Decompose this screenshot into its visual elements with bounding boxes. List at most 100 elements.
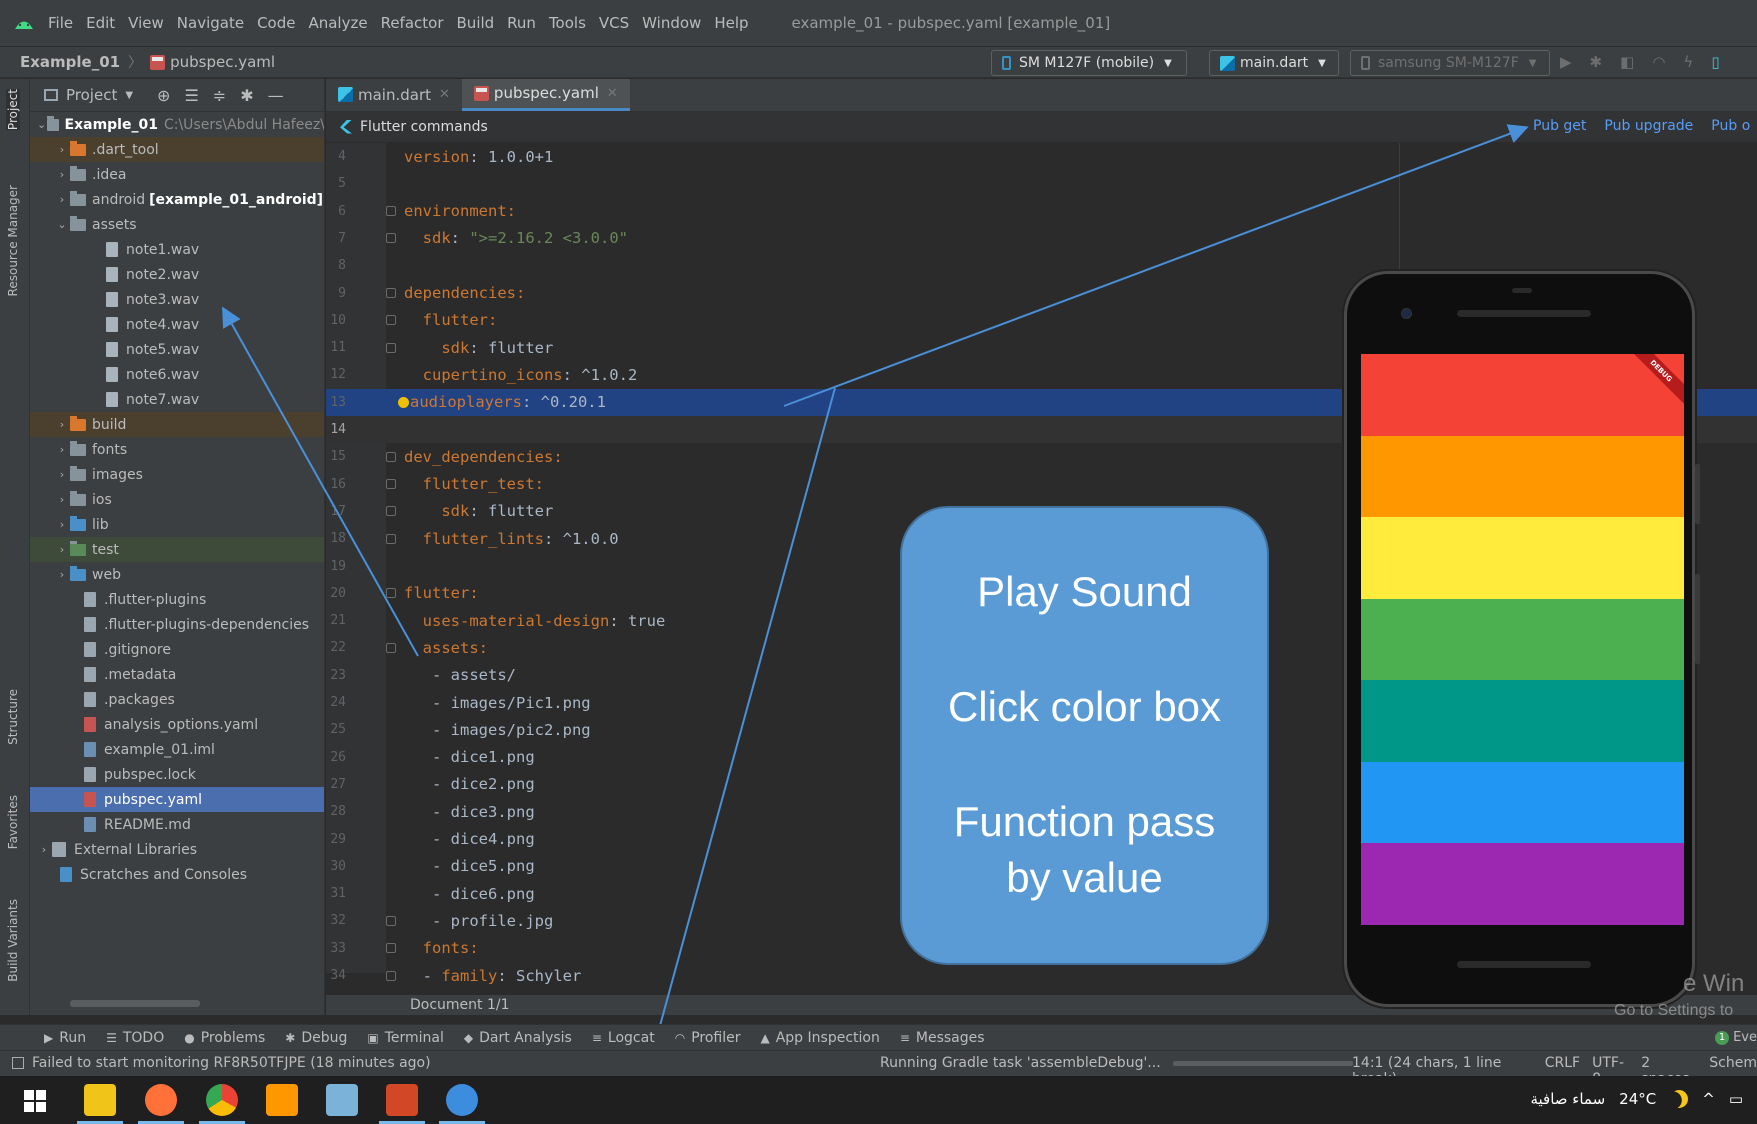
color-box-5[interactable] <box>1361 680 1684 762</box>
weather-temperature[interactable]: 24°C <box>1619 1090 1656 1108</box>
powerpoint-icon[interactable] <box>386 1084 418 1116</box>
tab-pubspec-yaml[interactable]: pubspec.yaml ✕ <box>461 79 630 111</box>
project-view-selector[interactable]: Project <box>66 86 117 104</box>
fold-marker[interactable] <box>386 970 396 981</box>
tree-item-web[interactable]: › web <box>30 562 324 587</box>
chrome-icon[interactable] <box>206 1084 238 1116</box>
menu-analyze[interactable]: Analyze <box>308 14 367 32</box>
tree-item-flutter-plugins-dependencies[interactable]: .flutter-plugins-dependencies <box>30 612 324 637</box>
fold-marker[interactable] <box>386 915 396 926</box>
chevron-right-icon[interactable]: › <box>54 418 70 431</box>
fold-marker[interactable] <box>386 233 396 244</box>
status-toggle-icon[interactable] <box>12 1057 24 1069</box>
chevron-right-icon[interactable]: › <box>54 543 70 556</box>
tree-item-build[interactable]: › build <box>30 412 324 437</box>
menu-window[interactable]: Window <box>642 14 701 32</box>
strip-tab-build-variants[interactable]: Build Variants <box>6 899 20 982</box>
run-config-selector[interactable]: main.dart ▼ <box>1209 50 1339 76</box>
tree-item-packages[interactable]: .packages <box>30 687 324 712</box>
hide-icon[interactable]: — <box>268 86 284 105</box>
event-log-button[interactable]: 1 Eve <box>1715 1030 1757 1045</box>
fold-marker[interactable] <box>386 288 396 298</box>
menu-build[interactable]: Build <box>457 14 495 32</box>
chevron-right-icon[interactable]: › <box>54 468 70 481</box>
fold-marker[interactable] <box>386 533 396 544</box>
color-box-4[interactable] <box>1361 598 1684 681</box>
tool-tab-logcat[interactable]: ≡ Logcat <box>592 1030 655 1046</box>
chevron-down-icon[interactable]: ▼ <box>125 90 133 101</box>
pub-outdated-link[interactable]: Pub o <box>1711 118 1750 134</box>
device-selector[interactable]: SM M127F (mobile) ▼ <box>991 50 1187 76</box>
strip-tab-resource-manager[interactable]: Resource Manager <box>6 185 20 296</box>
tree-item-dart-tool[interactable]: › .dart_tool <box>30 137 324 162</box>
fold-marker[interactable] <box>386 206 396 217</box>
menu-vcs[interactable]: VCS <box>599 14 629 32</box>
color-box-6[interactable] <box>1361 761 1684 844</box>
menu-refactor[interactable]: Refactor <box>381 14 444 32</box>
fold-marker[interactable] <box>386 642 396 653</box>
tree-item-root[interactable]: ⌄ Example_01 C:\Users\Abdul Hafeez\ <box>30 112 324 137</box>
tree-item-note7[interactable]: note7.wav <box>30 387 324 412</box>
tab-main-dart[interactable]: main.dart ✕ <box>326 79 462 111</box>
sublime-icon[interactable] <box>266 1084 298 1116</box>
menu-edit[interactable]: Edit <box>86 14 115 32</box>
tree-item-metadata[interactable]: .metadata <box>30 662 324 687</box>
collapse-all-icon[interactable]: ≑ <box>213 86 226 105</box>
tree-item-lib[interactable]: › lib <box>30 512 324 537</box>
tree-item-flutter-plugins[interactable]: .flutter-plugins <box>30 587 324 612</box>
chevron-down-icon[interactable]: ⌄ <box>36 118 47 131</box>
color-box-1[interactable] <box>1361 354 1684 436</box>
fold-marker[interactable] <box>386 342 396 353</box>
tool-tab-todo[interactable]: ☰ TODO <box>106 1030 164 1046</box>
moon-icon[interactable] <box>1667 1087 1692 1112</box>
gear-icon[interactable]: ✱ <box>240 86 253 105</box>
pub-upgrade-link[interactable]: Pub upgrade <box>1604 118 1693 134</box>
tree-item-gitignore[interactable]: .gitignore <box>30 637 324 662</box>
file-explorer-icon[interactable] <box>84 1084 116 1116</box>
tool-tab-profiler[interactable]: ◠ Profiler <box>675 1030 741 1046</box>
menu-code[interactable]: Code <box>257 14 295 32</box>
tree-item-note6[interactable]: note6.wav <box>30 362 324 387</box>
tree-item-readme[interactable]: README.md <box>30 812 324 837</box>
apply-changes-icon[interactable]: ϟ <box>1683 53 1693 71</box>
tree-item-ios[interactable]: › ios <box>30 487 324 512</box>
tree-item-idea[interactable]: › .idea <box>30 162 324 187</box>
android-studio-taskbar-icon[interactable] <box>446 1084 478 1116</box>
run-icon[interactable]: ▶ <box>1560 53 1572 71</box>
strip-tab-favorites[interactable]: Favorites <box>6 795 20 849</box>
close-icon[interactable]: ✕ <box>439 87 450 102</box>
fold-marker[interactable] <box>386 588 396 599</box>
fold-marker[interactable] <box>386 506 396 517</box>
tool-tab-app-inspection[interactable]: ▲ App Inspection <box>760 1030 879 1046</box>
debug-icon[interactable]: ✱ <box>1590 53 1603 71</box>
tree-item-iml[interactable]: example_01.iml <box>30 737 324 762</box>
tool-tab-dart-analysis[interactable]: ◆ Dart Analysis <box>464 1030 572 1046</box>
keyboard-icon[interactable]: ▭ <box>1729 1090 1743 1108</box>
chevron-right-icon[interactable]: › <box>54 443 70 456</box>
fold-marker[interactable] <box>386 451 396 462</box>
tree-item-images[interactable]: › images <box>30 462 324 487</box>
strip-tab-structure[interactable]: Structure <box>6 689 20 745</box>
horizontal-scrollbar[interactable] <box>70 1000 200 1007</box>
chevron-down-icon[interactable]: ⌄ <box>54 218 70 231</box>
status-task[interactable]: Running Gradle task 'assembleDebug'... <box>880 1055 1161 1071</box>
chevron-up-icon[interactable]: ^ <box>1702 1090 1715 1108</box>
coverage-icon[interactable]: ◧ <box>1620 53 1634 71</box>
tool-tab-terminal[interactable]: ▣ Terminal <box>367 1030 444 1046</box>
tool-tab-problems[interactable]: ● Problems <box>184 1030 265 1046</box>
expand-all-icon[interactable]: ☰ <box>184 86 198 105</box>
firefox-icon[interactable] <box>145 1084 177 1116</box>
color-box-2[interactable] <box>1361 435 1684 518</box>
color-box-3[interactable] <box>1361 517 1684 599</box>
chevron-right-icon[interactable]: › <box>54 143 70 156</box>
tree-item-note4[interactable]: note4.wav <box>30 312 324 337</box>
color-box-7[interactable] <box>1361 843 1684 925</box>
strip-tab-project[interactable]: Project <box>6 89 20 131</box>
menu-help[interactable]: Help <box>714 14 748 32</box>
tree-item-test[interactable]: › test <box>30 537 324 562</box>
chevron-right-icon[interactable]: › <box>54 168 70 181</box>
weather-text[interactable]: سماء صافية <box>1530 1090 1605 1108</box>
windows-start-icon[interactable] <box>24 1090 46 1112</box>
chevron-right-icon[interactable]: › <box>54 568 70 581</box>
pub-get-link[interactable]: Pub get <box>1533 118 1586 134</box>
